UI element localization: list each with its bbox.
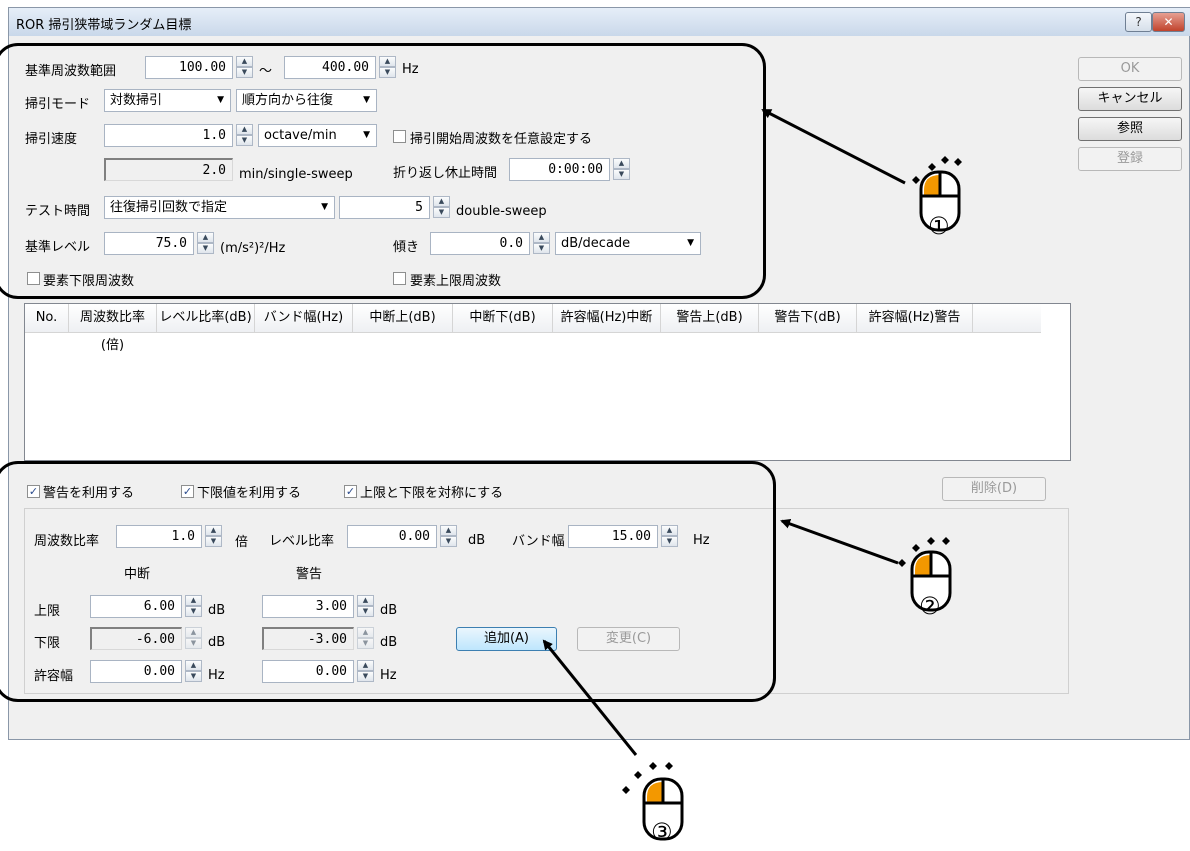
arrow-2 <box>780 519 899 565</box>
annotation-overlay <box>542 108 962 841</box>
callout-number-1: ① <box>928 212 950 240</box>
sparkle-icons <box>622 156 962 794</box>
callout-number-2: ② <box>919 592 941 620</box>
callout-number-3: ③ <box>651 818 673 846</box>
arrow-1 <box>761 108 906 185</box>
arrow-3 <box>542 639 638 756</box>
